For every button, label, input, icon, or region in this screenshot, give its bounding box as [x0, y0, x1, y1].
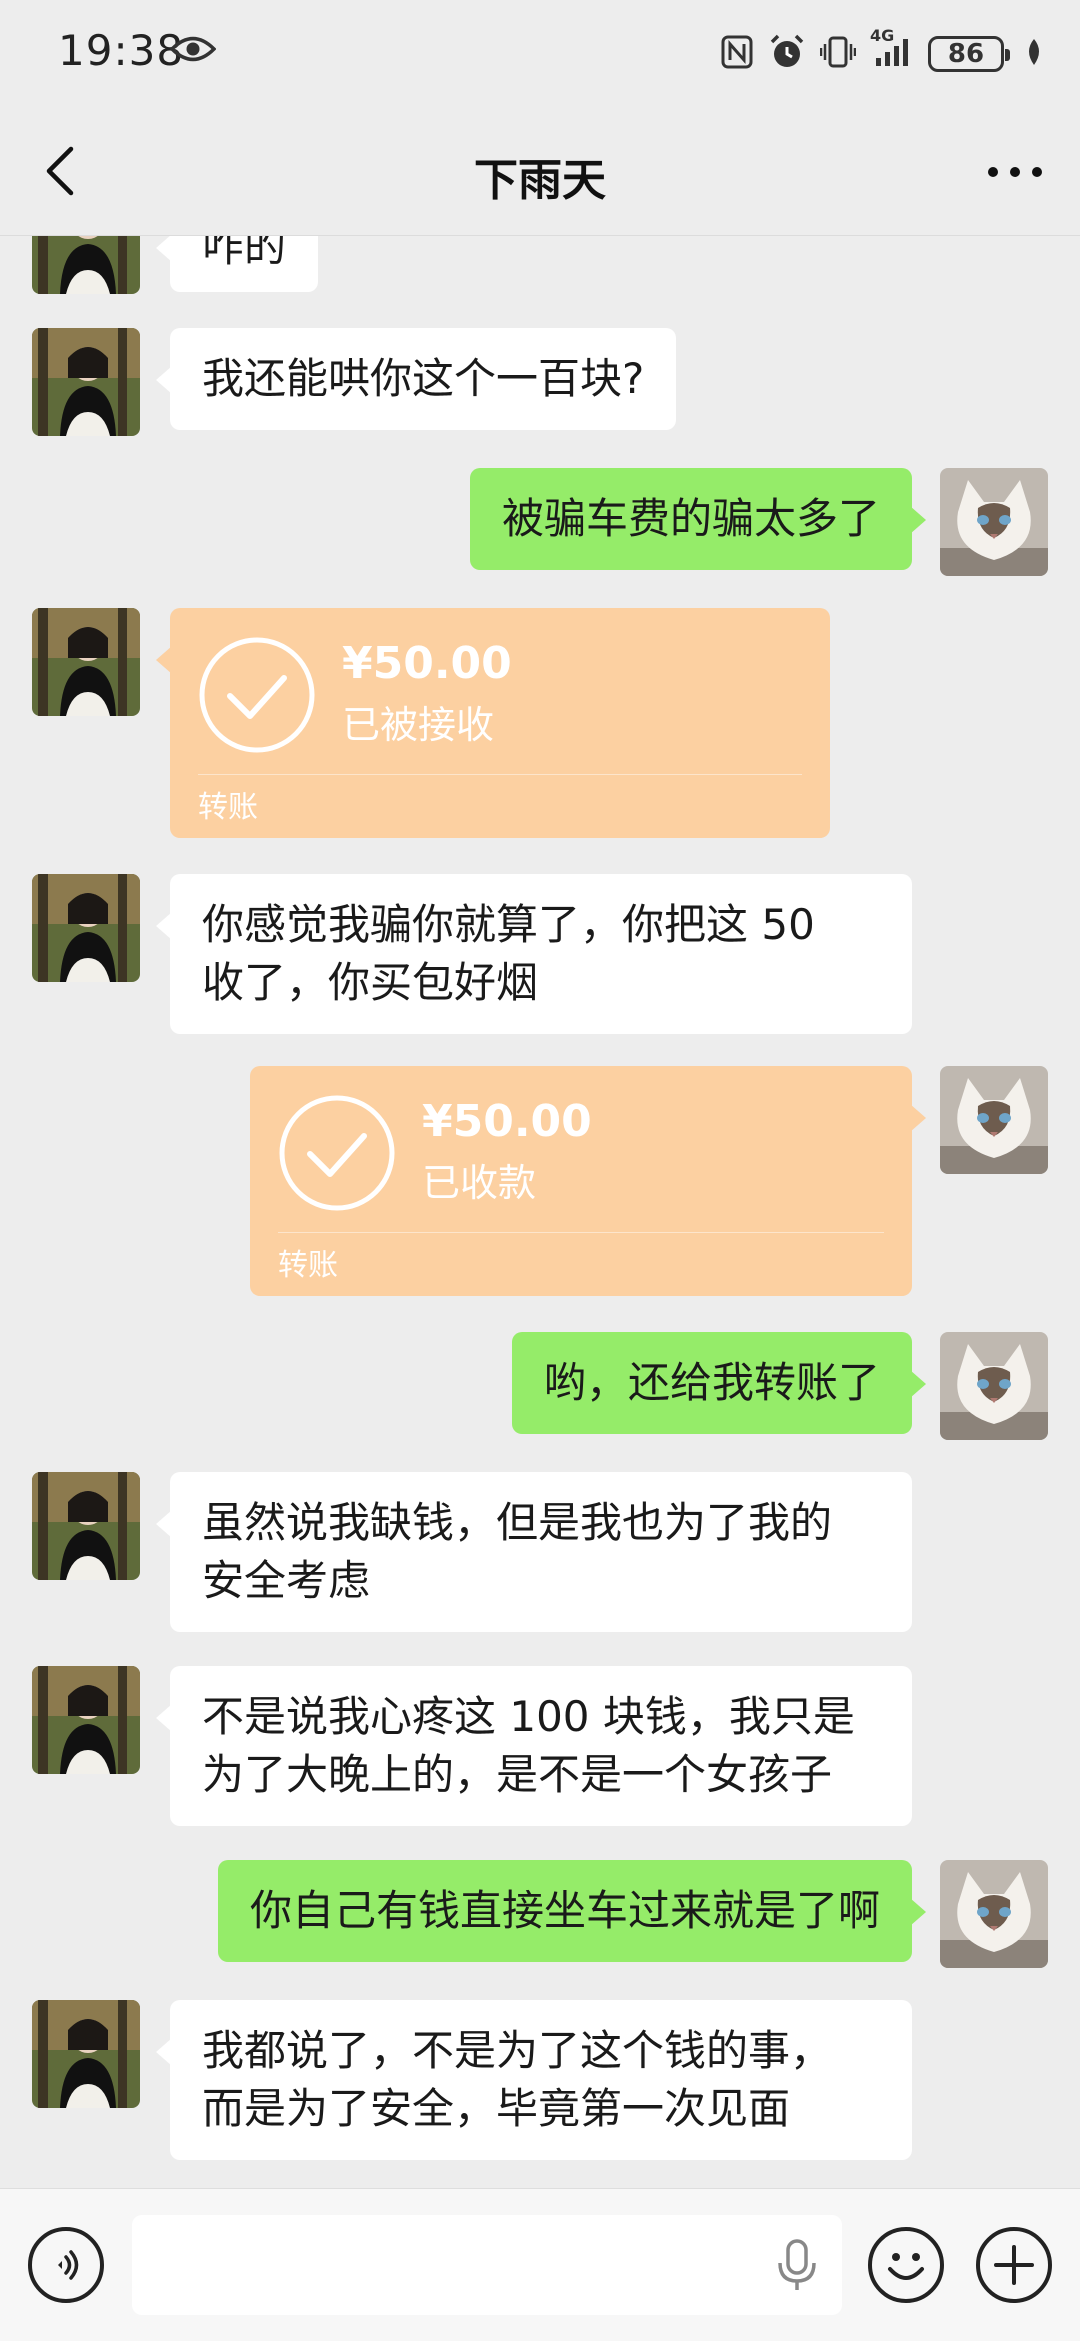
contact-avatar[interactable] [32, 2000, 140, 2108]
emoji-button[interactable] [868, 2227, 944, 2303]
chat-header: 下雨天 [0, 110, 1080, 236]
input-bar [0, 2188, 1080, 2341]
user-avatar[interactable] [940, 1066, 1048, 1174]
check-circle-icon [279, 1095, 395, 1211]
plus-icon [994, 2245, 1034, 2285]
transfer-card[interactable]: ¥50.00 已被接收 转账 [156, 608, 830, 838]
contact-avatar[interactable] [32, 1472, 140, 1580]
message-bubble-outgoing[interactable]: 你自己有钱直接坐车过来就是了啊 [217, 1860, 927, 1962]
transfer-card[interactable]: ¥50.00 已收款 转账 [250, 1066, 926, 1296]
more-dots-icon [988, 167, 1042, 177]
transfer-amount: ¥50.00 [342, 638, 512, 689]
transfer-amount: ¥50.00 [422, 1096, 592, 1147]
message-text: 我还能哄你这个一百块? [202, 354, 645, 403]
message-bubble-incoming[interactable]: 咋的 [155, 236, 319, 292]
message-text: 哟，还给我转账了 [543, 1358, 880, 1407]
user-avatar[interactable] [940, 1860, 1048, 1968]
status-icons: 4G 86 [720, 26, 1044, 78]
user-avatar[interactable] [940, 1332, 1048, 1440]
contact-avatar[interactable] [32, 874, 140, 982]
status-time: 19:38 [58, 26, 185, 75]
message-line: 收了，你买包好烟 [202, 958, 539, 1007]
contact-avatar[interactable] [32, 236, 140, 294]
eye-icon [169, 34, 217, 68]
transfer-status: 已收款 [422, 1161, 537, 1205]
chat-area: 咋的 我还能哄你这个一百块? 被骗车费的骗太多了 ¥50.00 已被接收 转账 … [0, 236, 1080, 2188]
divider [198, 774, 802, 775]
message-input[interactable] [132, 2215, 842, 2315]
voice-icon [58, 2250, 79, 2280]
vibrate-icon [819, 34, 857, 74]
divider [278, 1232, 884, 1233]
check-circle-icon [199, 637, 315, 753]
message-text: 你自己有钱直接坐车过来就是了啊 [249, 1886, 880, 1935]
message-text: 被骗车费的骗太多了 [501, 494, 880, 543]
message-line: 我都说了，不是为了这个钱的事， [202, 2026, 833, 2075]
message-bubble-outgoing[interactable]: 被骗车费的骗太多了 [469, 468, 927, 570]
battery-level: 86 [947, 39, 985, 69]
message-line: 安全考虑 [202, 1556, 371, 1605]
chat-title: 下雨天 [474, 155, 606, 206]
message-line: 而是为了安全，毕竟第一次见面 [202, 2084, 791, 2133]
contact-avatar[interactable] [32, 608, 140, 716]
contact-avatar[interactable] [32, 328, 140, 436]
transfer-label: 转账 [278, 1248, 338, 1283]
transfer-status: 已被接收 [342, 703, 495, 747]
message-line: 为了大晚上的，是不是一个女孩子 [202, 1750, 833, 1799]
message-line: 你感觉我骗你就算了，你把这 50 [202, 900, 815, 949]
plus-button[interactable] [976, 2227, 1052, 2303]
battery-icon: 86 [928, 36, 1010, 72]
nfc-icon [720, 34, 754, 74]
message-bubble-incoming[interactable]: 我还能哄你这个一百块? [155, 328, 677, 430]
message-bubble-incoming[interactable]: 虽然说我缺钱，但是我也为了我的 安全考虑 [156, 1472, 912, 1632]
alarm-icon [768, 33, 806, 75]
user-avatar[interactable] [940, 468, 1048, 576]
message-text: 咋的 [202, 236, 287, 271]
message-bubble-incoming[interactable]: 不是说我心疼这 100 块钱，我只是 为了大晚上的，是不是一个女孩子 [156, 1666, 912, 1826]
message-bubble-incoming[interactable]: 我都说了，不是为了这个钱的事， 而是为了安全，毕竟第一次见面 [156, 2000, 912, 2160]
status-bar: 19:38 4G 86 [0, 0, 1080, 110]
message-line: 虽然说我缺钱，但是我也为了我的 [202, 1498, 833, 1547]
transfer-label: 转账 [198, 790, 258, 825]
emoji-icon [888, 2253, 924, 2280]
message-line: 不是说我心疼这 100 块钱，我只是 [202, 1692, 855, 1741]
network-type: 4G [870, 26, 895, 45]
message-bubble-outgoing[interactable]: 哟，还给我转账了 [511, 1332, 927, 1434]
mic-icon[interactable] [772, 2237, 822, 2293]
leaf-icon [1024, 37, 1044, 71]
voice-button[interactable] [28, 2227, 104, 2303]
signal-icon: 4G [870, 26, 914, 74]
contact-avatar[interactable] [32, 1666, 140, 1774]
more-button[interactable] [980, 144, 1050, 200]
message-bubble-incoming[interactable]: 你感觉我骗你就算了，你把这 50 收了，你买包好烟 [156, 874, 912, 1034]
